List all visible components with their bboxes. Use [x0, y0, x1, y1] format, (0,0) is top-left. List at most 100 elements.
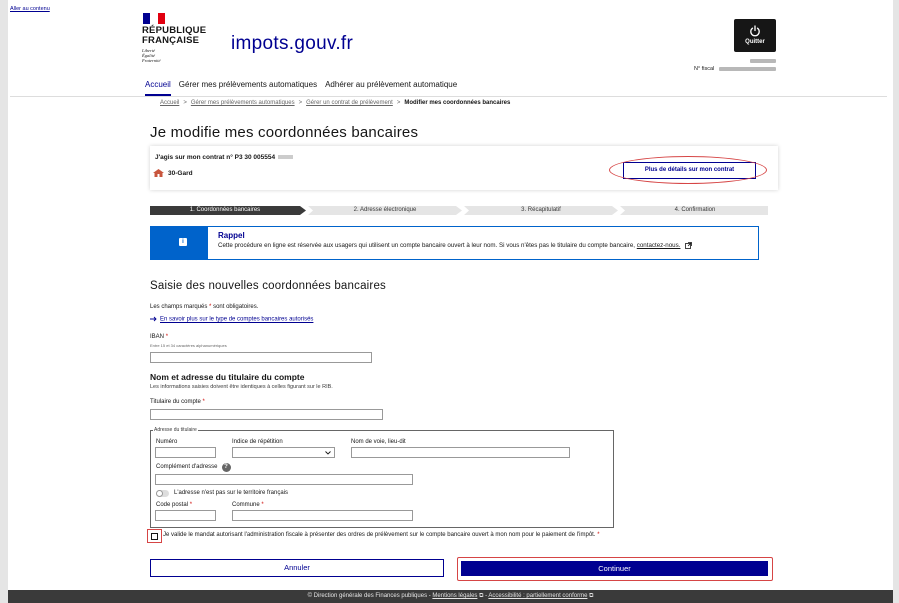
holder-label-text: Titulaire du compte [150, 399, 201, 405]
voie-input[interactable] [351, 447, 570, 458]
toggle-knob [156, 490, 163, 497]
iban-label-text: IBAN [150, 334, 165, 340]
contract-title-text: J'agis sur mon contrat n° P3 30 005554 [155, 154, 276, 161]
foreign-address-label: L'adresse n'est pas sur le territoire fr… [174, 490, 289, 496]
info-alert-text: Cette procédure en ligne est réservée au… [218, 242, 636, 250]
cp-input[interactable] [155, 510, 216, 521]
redacted-name [750, 59, 776, 63]
foreign-address-toggle[interactable] [156, 490, 169, 497]
required-star: * [202, 399, 205, 405]
contract-department: 30-Gard [168, 170, 193, 177]
info-alert-band: i [151, 227, 208, 259]
footer-legal-link[interactable]: Mentions légales [432, 593, 477, 599]
commune-input[interactable] [232, 510, 413, 521]
mandatory-note: Les champs marqués * sont obligatoires. [150, 304, 258, 310]
site-name[interactable]: impots.gouv.fr [231, 33, 353, 55]
required-star: * [165, 334, 169, 340]
fiscal-number-label: N° fiscal [694, 66, 715, 72]
mandatory-prefix: Les champs marqués [150, 304, 208, 310]
external-link-icon: ⧉ [477, 593, 486, 599]
iban-hint: Entre 15 et 34 caractères alphanumérique… [150, 343, 227, 348]
numero-input[interactable] [155, 447, 216, 458]
required-star: * [189, 502, 193, 508]
form-section-title: Saisie des nouvelles coordonnées bancair… [150, 280, 386, 292]
holder-section-title: Nom et adresse du titulaire du compte [150, 372, 305, 382]
cancel-button[interactable]: Annuler [150, 559, 444, 577]
redacted-contract-suffix [278, 155, 294, 160]
holder-label: Titulaire du compte * [150, 399, 205, 405]
cp-label-text: Code postal [156, 502, 189, 508]
nav-divider [10, 96, 887, 97]
annotation-highlight-continue [457, 557, 773, 581]
breadcrumb-gerer-contrat[interactable]: Gérer un contrat de prélèvement [306, 100, 393, 106]
nav-item-accueil[interactable]: Accueil [145, 80, 171, 96]
left-margin [0, 0, 8, 603]
address-legend: Adresse du titulaire [153, 427, 198, 433]
french-flag-logo [143, 13, 165, 24]
footer-accessibility-link[interactable]: Accessibilité : partiellement conforme [488, 593, 587, 599]
breadcrumb-gerer-prelevements[interactable]: Gérer mes prélèvements automatiques [191, 100, 295, 106]
stepper: 1. Coordonnées bancaires 2. Adresse élec… [150, 206, 768, 215]
chevron-down-icon [325, 451, 331, 455]
home-icon [153, 169, 164, 177]
commune-label-text: Commune [232, 502, 260, 508]
external-link-icon: ⧉ [587, 593, 594, 599]
annotation-highlight-details [609, 156, 767, 184]
info-alert-title: Rappel [218, 231, 245, 240]
nav-item-adherer-prelevement[interactable]: Adhérer au prélèvement automatique [325, 80, 457, 96]
cp-label: Code postal * [156, 502, 192, 508]
info-icon: i [179, 238, 187, 246]
complement-label: Complément d'adresse? [156, 463, 231, 472]
complement-label-text: Complément d'adresse [156, 464, 218, 470]
help-icon[interactable]: ? [221, 463, 231, 472]
republique-francaise-logo[interactable]: RÉPUBLIQUE FRANÇAISE [142, 26, 206, 45]
step-4-confirmation: 4. Confirmation [674, 207, 716, 213]
complement-input[interactable] [155, 474, 413, 485]
commune-label: Commune * [232, 502, 264, 508]
quit-button[interactable]: Quitter [734, 19, 776, 52]
site-header: RÉPUBLIQUE FRANÇAISE Liberté Égalité Fra… [142, 13, 784, 73]
required-star: * [261, 502, 264, 508]
contact-link[interactable]: contactez-nous. [637, 242, 681, 249]
nav-item-gerer-prelevements[interactable]: Gérer mes prélèvements automatiques [179, 80, 317, 96]
mandate-label: Je valide le mandat autorisant l'adminis… [163, 531, 608, 539]
learn-more-link[interactable]: En savoir plus sur le type de comptes ba… [160, 317, 313, 323]
breadcrumb-separator: > [396, 100, 401, 106]
voie-label: Nom de voie, lieu-dit [351, 439, 406, 445]
repetition-select[interactable] [232, 447, 335, 458]
main-navigation: Accueil Gérer mes prélèvements automatiq… [145, 80, 457, 96]
breadcrumb-current: Modifier mes coordonnées bancaires [404, 100, 511, 106]
iban-input[interactable] [150, 352, 372, 363]
info-alert-body: Cette procédure en ligne est réservée au… [218, 242, 738, 250]
annotation-highlight-checkbox [147, 529, 162, 543]
external-link-icon [685, 242, 693, 249]
step-2-adresse: 2. Adresse électronique [353, 207, 417, 213]
mandate-text: Je valide le mandat autorisant l'adminis… [163, 532, 596, 538]
holder-input[interactable] [150, 409, 383, 420]
mandatory-suffix: sont obligatoires. [213, 304, 259, 310]
redacted-fiscal-number [719, 67, 776, 71]
learn-more: En savoir plus sur le type de comptes ba… [150, 316, 313, 323]
required-star: * [597, 532, 600, 538]
step-1-coordonnees: 1. Coordonnées bancaires [189, 207, 261, 213]
breadcrumb-separator: > [183, 100, 187, 106]
contract-title: J'agis sur mon contrat n° P3 30 005554 [155, 154, 294, 161]
site-footer: © Direction générale des Finances publiq… [8, 590, 893, 603]
skip-to-content-link[interactable]: Aller au contenu [10, 6, 50, 12]
numero-label: Numéro [156, 439, 178, 445]
power-icon [750, 25, 760, 37]
iban-label: IBAN * [150, 334, 168, 340]
arrow-right-icon [150, 316, 157, 322]
repetition-label: Indice de répétition [232, 439, 283, 445]
mandatory-star: * [209, 304, 212, 310]
quit-label: Quitter [745, 39, 765, 45]
holder-section-subtitle: Les informations saisies doivent être id… [150, 384, 333, 390]
step-3-recapitulatif: 3. Récapitulatif [521, 207, 561, 213]
breadcrumb: Accueil > Gérer mes prélèvements automatiq… [160, 100, 510, 106]
breadcrumb-separator: > [298, 100, 303, 106]
footer-separator: - [485, 593, 488, 599]
breadcrumb-accueil[interactable]: Accueil [160, 100, 179, 106]
page-frame: Aller au contenu RÉPUBLIQUE FRANÇAISE Li… [0, 0, 899, 603]
right-margin [893, 0, 899, 603]
footer-copyright: © Direction générale des Finances publiq… [307, 593, 431, 599]
